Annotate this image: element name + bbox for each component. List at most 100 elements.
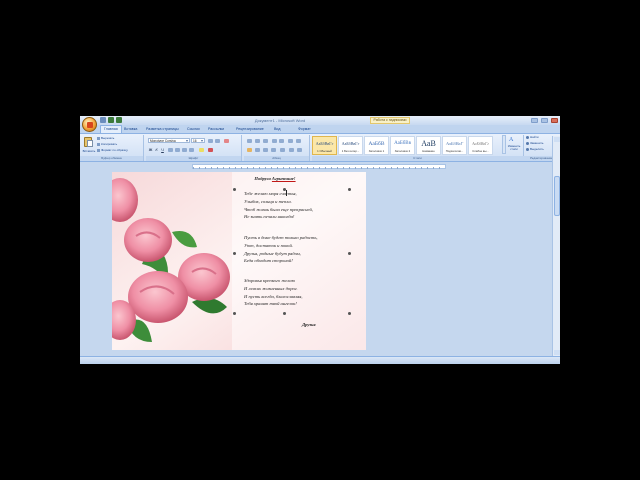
- style-sample: АаБбВвГг: [341, 141, 360, 146]
- font-color-icon[interactable]: [208, 148, 213, 152]
- document-page[interactable]: Подруга Агриппине! Тебе желаю моря счаст…: [112, 172, 366, 350]
- style-heading-1[interactable]: АаБбВ Заголовок 1: [364, 136, 389, 155]
- paste-button[interactable]: Вставить: [82, 136, 96, 154]
- sort-icon[interactable]: [288, 139, 293, 143]
- textbox-resize-handle[interactable]: [348, 312, 351, 315]
- textbox-resize-handle[interactable]: [233, 188, 236, 191]
- text-cursor: [286, 190, 287, 196]
- cut-button[interactable]: Вырезать: [97, 136, 114, 141]
- style-subtle-emphasis[interactable]: АаБбВвГг Слабое вы...: [468, 136, 493, 155]
- verse-line: Пусть в доме будет только радость,: [244, 235, 318, 240]
- style-normal[interactable]: АаБбВвГг 1 Обычный: [312, 136, 337, 155]
- tab-view[interactable]: Вид: [274, 125, 281, 133]
- textbox-resize-handle[interactable]: [348, 188, 351, 191]
- redo-icon[interactable]: [116, 117, 122, 123]
- line-spacing-icon[interactable]: [280, 148, 285, 152]
- vertical-scrollbar[interactable]: [552, 136, 560, 356]
- save-icon[interactable]: [100, 117, 106, 123]
- highlight-icon[interactable]: [199, 148, 204, 152]
- styles-caption: Стили: [312, 156, 523, 161]
- style-heading-2[interactable]: АаБбВв Заголовок 2: [390, 136, 415, 155]
- style-title[interactable]: АаВ Название: [416, 136, 441, 155]
- align-right-icon[interactable]: [263, 148, 268, 152]
- poem-title-prefix: Подруга: [254, 176, 272, 181]
- tab-mailings[interactable]: Рассылки: [208, 125, 224, 133]
- verse-line: Здоровья крепкого желаю: [244, 278, 295, 283]
- style-sample: АаВ: [421, 139, 436, 148]
- tab-home[interactable]: Главная: [100, 125, 122, 133]
- format-painter-button[interactable]: Формат по образцу: [97, 148, 128, 153]
- textbox-resize-handle[interactable]: [348, 252, 351, 255]
- styles-group: АаБбВвГг 1 Обычный АаБбВвГг 1 Без интер.…: [312, 135, 524, 161]
- numbering-icon[interactable]: [255, 139, 260, 143]
- find-button[interactable]: Найти: [526, 135, 539, 140]
- undo-icon[interactable]: [108, 117, 114, 123]
- align-left-icon[interactable]: [247, 148, 252, 152]
- replace-label: Заменить: [530, 141, 544, 145]
- tab-page-layout[interactable]: Разметка страницы: [146, 125, 179, 133]
- copy-label: Копировать: [101, 142, 118, 146]
- textbox-resize-handle[interactable]: [233, 312, 236, 315]
- borders-icon[interactable]: [297, 148, 302, 152]
- style-sample: АаБбВвГг: [472, 141, 489, 146]
- shading-icon[interactable]: [289, 148, 294, 152]
- stanza: Здоровья крепкого желаю И легких жизненн…: [244, 277, 359, 308]
- textbox-resize-handle[interactable]: [283, 312, 286, 315]
- verse-line: Беда обходит стороной!: [244, 258, 293, 264]
- style-name: 1 Без интер...: [341, 149, 360, 153]
- tab-review[interactable]: Рецензирование: [236, 125, 264, 133]
- show-marks-icon[interactable]: [296, 139, 301, 143]
- minimize-button[interactable]: [531, 118, 538, 123]
- style-name: Слабое вы...: [472, 149, 489, 153]
- copy-button[interactable]: Копировать: [97, 142, 117, 147]
- clear-format-icon[interactable]: [224, 139, 229, 143]
- strikethrough-icon[interactable]: [168, 148, 173, 152]
- verse-line: Тебя хранит твой ангелок!: [244, 301, 297, 307]
- font-size-select[interactable]: 16: [191, 138, 205, 143]
- grow-font-icon[interactable]: [208, 139, 213, 143]
- office-button[interactable]: [82, 117, 97, 132]
- increase-indent-icon[interactable]: [279, 139, 284, 143]
- underline-button[interactable]: Ч: [160, 147, 165, 152]
- replace-button[interactable]: Заменить: [526, 141, 543, 146]
- textbox-resize-handle[interactable]: [233, 252, 236, 255]
- textbox-resize-handle[interactable]: [283, 188, 286, 191]
- context-tab-title: Работа с надписями: [370, 117, 410, 124]
- font-name-select[interactable]: Monotype Corsiva: [148, 138, 190, 143]
- status-bar: [80, 356, 560, 364]
- align-center-icon[interactable]: [255, 148, 260, 152]
- style-no-spacing[interactable]: АаБбВвГг 1 Без интер...: [338, 136, 363, 155]
- bold-button[interactable]: Ж: [148, 147, 153, 152]
- style-name: 1 Обычный: [317, 149, 332, 153]
- scroll-up-arrow-icon[interactable]: [554, 137, 560, 142]
- styles-gallery-scroll[interactable]: [502, 135, 506, 154]
- decrease-indent-icon[interactable]: [272, 139, 277, 143]
- tab-insert[interactable]: Вставка: [124, 125, 137, 133]
- superscript-icon[interactable]: [182, 148, 187, 152]
- change-styles-button[interactable]: A Изменить стили: [507, 135, 521, 154]
- justify-icon[interactable]: [271, 148, 276, 152]
- scrollbar-thumb[interactable]: [554, 176, 560, 216]
- close-button[interactable]: [551, 118, 558, 123]
- verse-line: Улыбок, солнца и тепла.: [244, 198, 292, 204]
- style-subtitle[interactable]: АаБбВвГ Подзаголов...: [442, 136, 467, 155]
- bullets-icon[interactable]: [247, 139, 252, 143]
- tab-format[interactable]: Формат: [298, 125, 311, 133]
- italic-button[interactable]: К: [154, 147, 159, 152]
- binoculars-icon: [526, 135, 529, 139]
- subscript-icon[interactable]: [175, 148, 180, 152]
- ribbon-tabs: Главная Вставка Разметка страницы Ссылки…: [80, 125, 560, 133]
- change-case-icon[interactable]: [189, 148, 194, 152]
- maximize-button[interactable]: [541, 118, 548, 123]
- select-button[interactable]: Выделить: [526, 147, 544, 152]
- find-label: Найти: [530, 135, 539, 139]
- scroll-down-arrow-icon[interactable]: [554, 350, 560, 355]
- poem-title-name: Агриппине!: [271, 176, 296, 181]
- font-caption: Шрифт: [146, 156, 241, 161]
- shrink-font-icon[interactable]: [215, 139, 220, 143]
- tab-references[interactable]: Ссылки: [187, 125, 200, 133]
- paste-label: Вставить: [82, 149, 96, 153]
- multilevel-list-icon[interactable]: [263, 139, 268, 143]
- ribbon: Вставить Вырезать Копировать Формат по о…: [80, 133, 560, 162]
- verse-line: Уют, достаток и покой.: [244, 242, 293, 248]
